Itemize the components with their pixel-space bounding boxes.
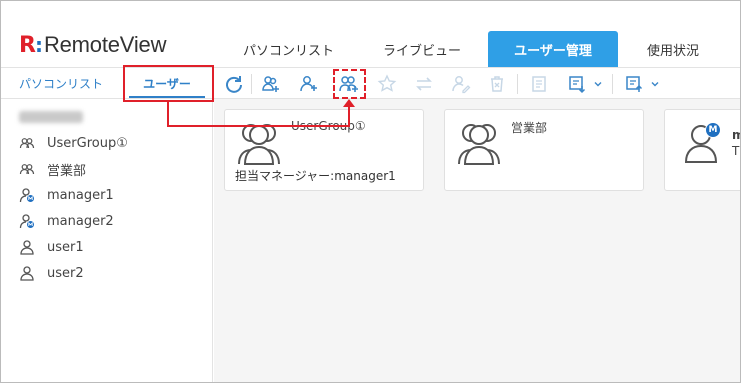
header: R : RemoteView パソコンリスト ライブビュー ユーザー管理 使用状… [1, 1, 740, 67]
refresh-icon [226, 76, 242, 93]
sidebar-item-user2[interactable]: user2 [19, 263, 84, 283]
user-icon [20, 240, 34, 255]
user-card[interactable]: M m T [664, 109, 740, 191]
manager-icon [19, 188, 34, 203]
group-icon [19, 164, 35, 175]
blurred-root-label [19, 111, 83, 123]
user-icon [20, 266, 34, 281]
import-button[interactable] [566, 74, 588, 94]
delete-icon [491, 76, 503, 92]
highlight-add-button [333, 69, 366, 99]
user-card-panel: UserGroup① 担当マネージャー:manager1 営業部 M m T [214, 99, 740, 382]
group-icon [19, 138, 35, 149]
toolbar-separator [251, 74, 252, 94]
swap-icon [416, 77, 432, 91]
add-user-icon [300, 76, 317, 92]
toolbar-row: パソコンリスト ユーザー [1, 67, 740, 99]
sidebar-item-label: user2 [47, 265, 84, 281]
card-title: m [732, 128, 740, 142]
tab-usage-status[interactable]: 使用状況 [618, 31, 728, 67]
chevron-down-icon [651, 82, 659, 87]
user-tree-sidebar: UserGroup① 営業部 manager1 manager2 user1 u… [1, 99, 213, 382]
delete-button[interactable] [486, 74, 508, 94]
favorite-button[interactable] [376, 74, 398, 94]
user-card[interactable]: 営業部 [444, 109, 644, 191]
tab-user-management[interactable]: ユーザー管理 [488, 31, 618, 67]
sidebar-item-manager1[interactable]: manager1 [19, 185, 114, 205]
move-button[interactable] [413, 74, 435, 94]
user-card[interactable]: UserGroup① 担当マネージャー:manager1 [224, 109, 424, 191]
subtab-pc-list[interactable]: パソコンリスト [1, 68, 121, 99]
logo-mark: R [19, 32, 36, 58]
group-icon [238, 124, 280, 165]
manager-icon [19, 214, 34, 229]
import-dropdown-button[interactable] [592, 74, 604, 94]
export-button[interactable] [623, 74, 645, 94]
add-user-button[interactable] [298, 74, 320, 94]
sidebar-item-eigyobu[interactable]: 営業部 [19, 159, 86, 179]
log-icon [532, 76, 546, 92]
toolbar-separator [517, 74, 518, 94]
logo-colon: : [34, 33, 43, 57]
card-title: UserGroup① [291, 119, 366, 133]
sidebar-item-label: manager2 [47, 213, 114, 229]
tab-live-view[interactable]: ライブビュー [356, 31, 488, 67]
refresh-button[interactable] [223, 74, 245, 94]
sidebar-item-user1[interactable]: user1 [19, 237, 84, 257]
sidebar-item-manager2[interactable]: manager2 [19, 211, 114, 231]
app-window: R : RemoteView パソコンリスト ライブビュー ユーザー管理 使用状… [0, 0, 741, 383]
card-subtitle: T [732, 144, 740, 158]
sidebar-item-usergroup1[interactable]: UserGroup① [19, 133, 128, 153]
sidebar-item-label: 営業部 [47, 163, 87, 179]
export-dropdown-button[interactable] [649, 74, 661, 94]
sidebar-item-label: UserGroup① [47, 135, 128, 151]
logo: R : RemoteView [19, 32, 166, 58]
logo-text: RemoteView [43, 32, 167, 57]
sidebar-item-label: manager1 [47, 187, 114, 203]
add-group-button[interactable] [260, 74, 282, 94]
main-tabs: パソコンリスト ライブビュー ユーザー管理 使用状況 [221, 31, 728, 67]
star-icon [377, 74, 397, 92]
group-icon [458, 124, 500, 165]
export-icon [626, 76, 643, 92]
import-icon [569, 76, 586, 94]
manager-badge: M [705, 122, 721, 138]
tab-pc-list[interactable]: パソコンリスト [221, 31, 356, 67]
log-button[interactable] [528, 74, 550, 94]
toolbar-separator [612, 74, 613, 94]
subtab-pc-list-label: パソコンリスト [18, 77, 103, 91]
edit-user-button[interactable] [450, 74, 472, 94]
highlight-users-tab [123, 65, 214, 102]
chevron-down-icon [594, 82, 602, 87]
add-group-icon [262, 76, 279, 92]
edit-user-icon [452, 76, 471, 94]
card-title: 営業部 [511, 121, 548, 135]
sidebar-item-label: user1 [47, 239, 84, 255]
card-manager-label: 担当マネージャー:manager1 [235, 169, 396, 183]
